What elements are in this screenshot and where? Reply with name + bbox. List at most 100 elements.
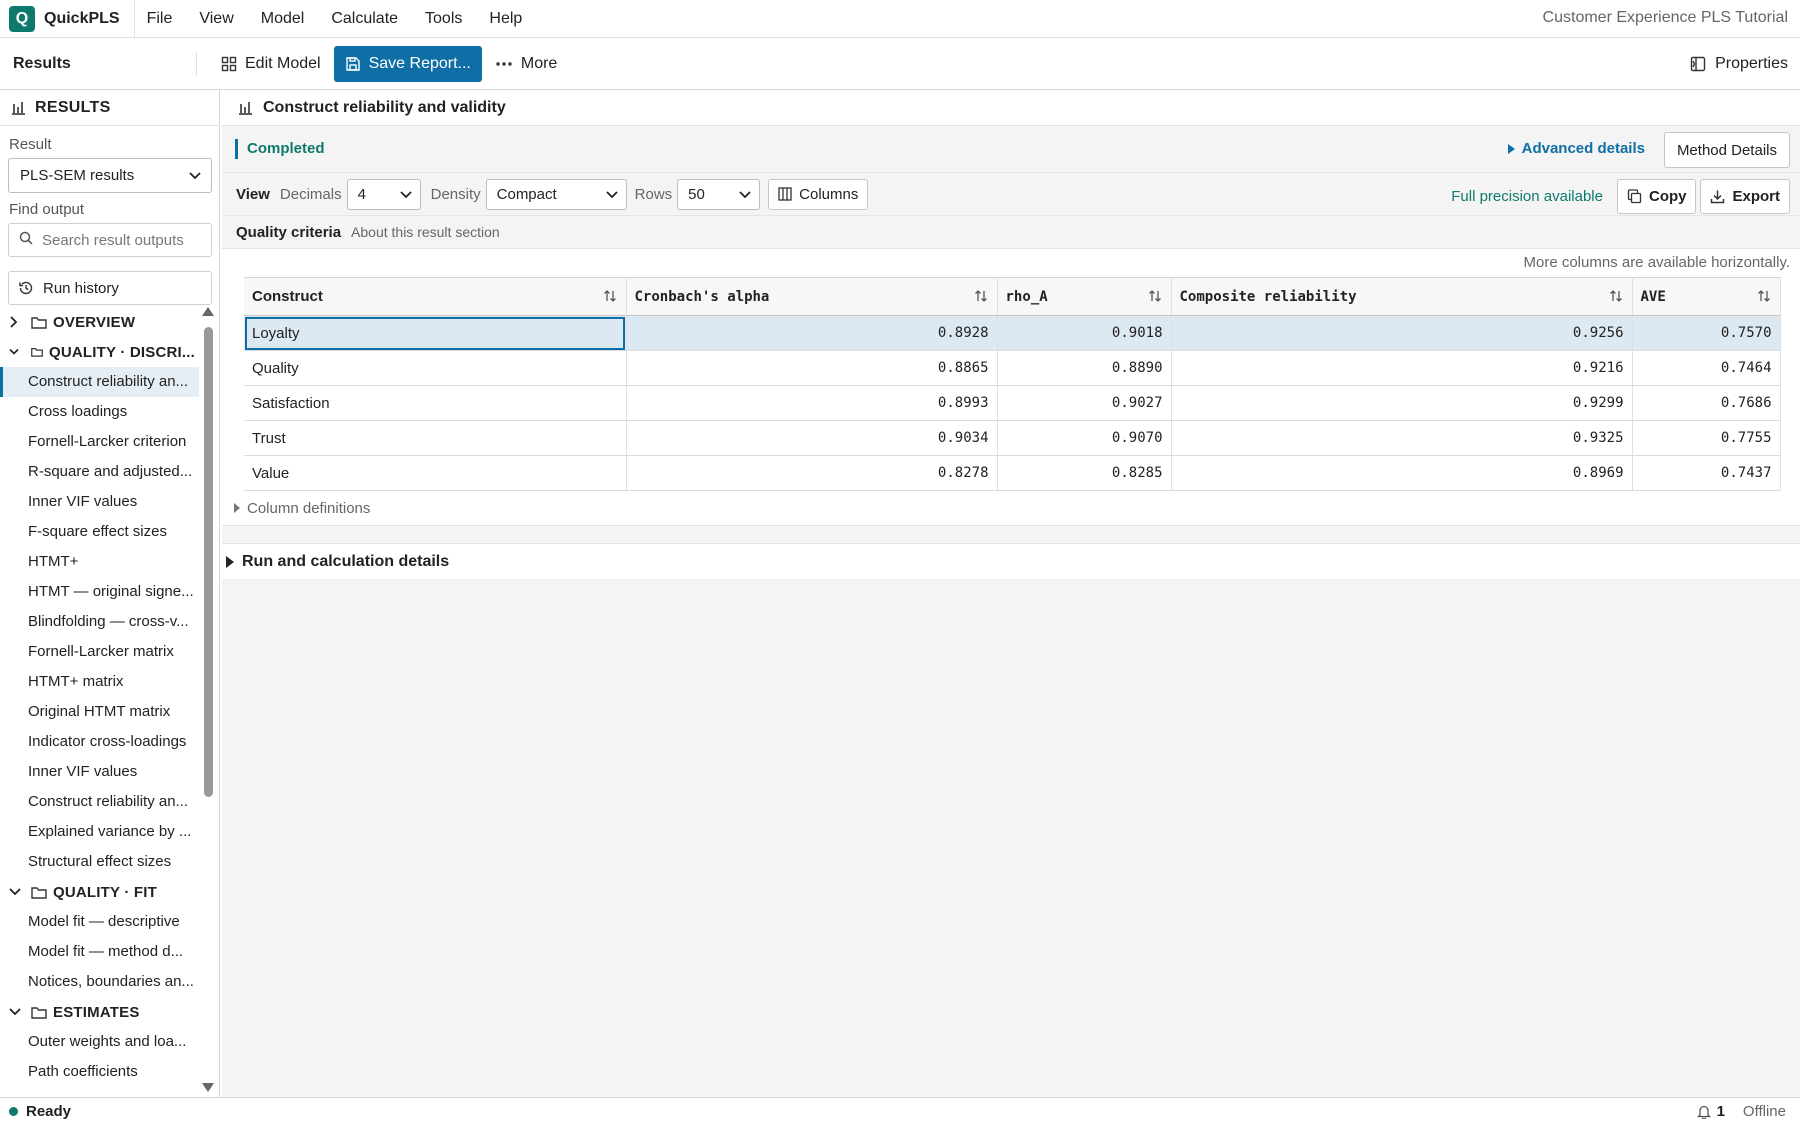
table-cell[interactable]: 0.9299 — [1171, 385, 1633, 421]
table-cell[interactable]: 0.8865 — [626, 350, 998, 386]
export-button[interactable]: Export — [1700, 179, 1790, 214]
edit-model-button[interactable]: Edit Model — [210, 46, 332, 82]
properties-button[interactable]: Properties — [1690, 46, 1788, 82]
tree-group-estimates[interactable]: ESTIMATES — [0, 997, 200, 1027]
column-header-composite-reliability[interactable]: Composite reliability — [1171, 277, 1633, 316]
run-details-toggle[interactable]: Run and calculation details — [222, 543, 1800, 579]
menu-help[interactable]: Help — [489, 10, 522, 28]
table-cell[interactable]: 0.9070 — [997, 420, 1172, 456]
menu-view[interactable]: View — [199, 10, 233, 28]
sort-icon[interactable] — [603, 289, 617, 303]
more-label: More — [520, 54, 558, 72]
columns-button[interactable]: Columns — [768, 178, 869, 210]
section-about-link[interactable]: About this result section — [351, 224, 500, 240]
menu-model[interactable]: Model — [261, 10, 305, 28]
tree-item-indicator-cross-loadings[interactable]: Indicator cross-loadings — [0, 727, 199, 757]
tree-item-structural-effect-sizes[interactable]: Structural effect sizes — [0, 847, 199, 877]
table-cell[interactable]: 0.7437 — [1632, 455, 1781, 491]
bell-icon[interactable] — [1696, 1104, 1711, 1119]
tree-item-construct-reliability-2[interactable]: Construct reliability an... — [0, 787, 199, 817]
table-cell[interactable]: 0.9027 — [997, 385, 1172, 421]
notification-count[interactable]: 1 — [1717, 1103, 1725, 1120]
rows-select[interactable]: 50 — [677, 178, 761, 210]
table-cell[interactable]: 0.7755 — [1632, 420, 1781, 456]
table-cell-construct[interactable]: Trust — [244, 420, 627, 456]
menu-file[interactable]: File — [147, 10, 173, 28]
table-cell[interactable]: 0.8278 — [626, 455, 998, 491]
tree-group-quality-discriminant[interactable]: QUALITY · DISCRI... — [0, 337, 200, 367]
more-button[interactable]: More — [484, 46, 568, 82]
run-history-button[interactable]: Run history — [8, 271, 212, 305]
table-cell[interactable]: 0.7686 — [1632, 385, 1781, 421]
scroll-down-arrow-icon[interactable] — [202, 1083, 214, 1092]
menu-calculate[interactable]: Calculate — [331, 10, 398, 28]
search-input[interactable] — [42, 231, 202, 249]
table-row[interactable]: Trust 0.9034 0.9070 0.9325 0.7755 — [244, 420, 1781, 456]
tree-item-model-fit-method[interactable]: Model fit — method d... — [0, 937, 199, 967]
table-cell-construct[interactable]: Quality — [244, 350, 627, 386]
table-cell[interactable]: 0.9216 — [1171, 350, 1633, 386]
table-cell[interactable]: 0.9018 — [997, 315, 1172, 351]
tree-item-r-square[interactable]: R-square and adjusted... — [0, 457, 199, 487]
advanced-details-toggle[interactable]: Advanced details — [1507, 140, 1645, 157]
table-row[interactable]: Loyalty 0.8928 0.9018 0.9256 0.7570 — [244, 315, 1781, 351]
tree-item-construct-reliability[interactable]: Construct reliability an... — [0, 367, 199, 397]
scrollbar-thumb[interactable] — [204, 327, 213, 797]
column-header-ave[interactable]: AVE — [1632, 277, 1781, 316]
tree-item-explained-variance[interactable]: Explained variance by ... — [0, 817, 199, 847]
sidebar-title: RESULTS — [35, 98, 111, 116]
table-row[interactable]: Quality 0.8865 0.8890 0.9216 0.7464 — [244, 350, 1781, 386]
column-definitions-toggle[interactable]: Column definitions — [222, 491, 1800, 525]
tree-item-fornell-larcker-matrix[interactable]: Fornell-Larcker matrix — [0, 637, 199, 667]
save-report-button[interactable]: Save Report... — [333, 45, 482, 82]
column-header-rho-a[interactable]: rho_A — [997, 277, 1172, 316]
tree-item-inner-vif-2[interactable]: Inner VIF values — [0, 757, 199, 787]
table-row[interactable]: Satisfaction 0.8993 0.9027 0.9299 0.7686 — [244, 385, 1781, 421]
tree-group-overview[interactable]: OVERVIEW — [0, 307, 200, 337]
table-cell[interactable]: 0.8285 — [997, 455, 1172, 491]
tree-item-blindfolding[interactable]: Blindfolding — cross-v... — [0, 607, 199, 637]
tree-item-cross-loadings[interactable]: Cross loadings — [0, 397, 199, 427]
tree-item-htmt-plus[interactable]: HTMT+ — [0, 547, 199, 577]
search-field[interactable] — [8, 223, 212, 257]
density-label: Density — [430, 185, 481, 203]
table-cell[interactable]: 0.7464 — [1632, 350, 1781, 386]
table-cell[interactable]: 0.9325 — [1171, 420, 1633, 456]
table-row[interactable]: Value 0.8278 0.8285 0.8969 0.7437 — [244, 455, 1781, 491]
tree-item-htmt-original[interactable]: HTMT — original signe... — [0, 577, 199, 607]
table-cell-construct[interactable]: Satisfaction — [244, 385, 627, 421]
sort-icon[interactable] — [1148, 289, 1162, 303]
table-cell[interactable]: 0.7570 — [1632, 315, 1781, 351]
decimals-select[interactable]: 4 — [346, 178, 421, 210]
column-header-cronbachs-alpha[interactable]: Cronbach's alpha — [626, 277, 998, 316]
tree-item-inner-vif[interactable]: Inner VIF values — [0, 487, 199, 517]
method-details-button[interactable]: Method Details — [1663, 132, 1790, 168]
table-cell[interactable]: 0.8928 — [626, 315, 998, 351]
table-cell[interactable]: 0.9034 — [626, 420, 998, 456]
tree-item-path-coefficients[interactable]: Path coefficients — [0, 1057, 199, 1087]
density-select[interactable]: Compact — [485, 178, 627, 210]
tree-item-original-htmt-matrix[interactable]: Original HTMT matrix — [0, 697, 199, 727]
table-cell[interactable]: 0.8969 — [1171, 455, 1633, 491]
tree-item-htmt-plus-matrix[interactable]: HTMT+ matrix — [0, 667, 199, 697]
copy-button[interactable]: Copy — [1616, 179, 1697, 214]
scroll-up-arrow-icon[interactable] — [202, 307, 214, 316]
tree-item-fornell-larcker[interactable]: Fornell-Larcker criterion — [0, 427, 199, 457]
table-cell-construct[interactable]: Loyalty — [244, 315, 627, 351]
tree-group-quality-fit[interactable]: QUALITY · FIT — [0, 877, 200, 907]
result-select[interactable]: PLS-SEM results — [8, 158, 212, 193]
tree-item-outer-weights[interactable]: Outer weights and loa... — [0, 1027, 199, 1057]
table-cell[interactable]: 0.9256 — [1171, 315, 1633, 351]
tree-item-f-square[interactable]: F-square effect sizes — [0, 517, 199, 547]
table-cell[interactable]: 0.8993 — [626, 385, 998, 421]
menu-tools[interactable]: Tools — [425, 10, 462, 28]
sort-icon[interactable] — [1757, 289, 1771, 303]
sort-icon[interactable] — [974, 289, 988, 303]
sort-icon[interactable] — [1609, 289, 1623, 303]
column-header-construct[interactable]: Construct — [244, 277, 627, 316]
tree-item-model-fit-descriptive[interactable]: Model fit — descriptive — [0, 907, 199, 937]
table-cell[interactable]: 0.8890 — [997, 350, 1172, 386]
tree-item-notices[interactable]: Notices, boundaries an... — [0, 967, 199, 997]
sidebar-scrollbar[interactable] — [201, 307, 215, 1092]
table-cell-construct[interactable]: Value — [244, 455, 627, 491]
